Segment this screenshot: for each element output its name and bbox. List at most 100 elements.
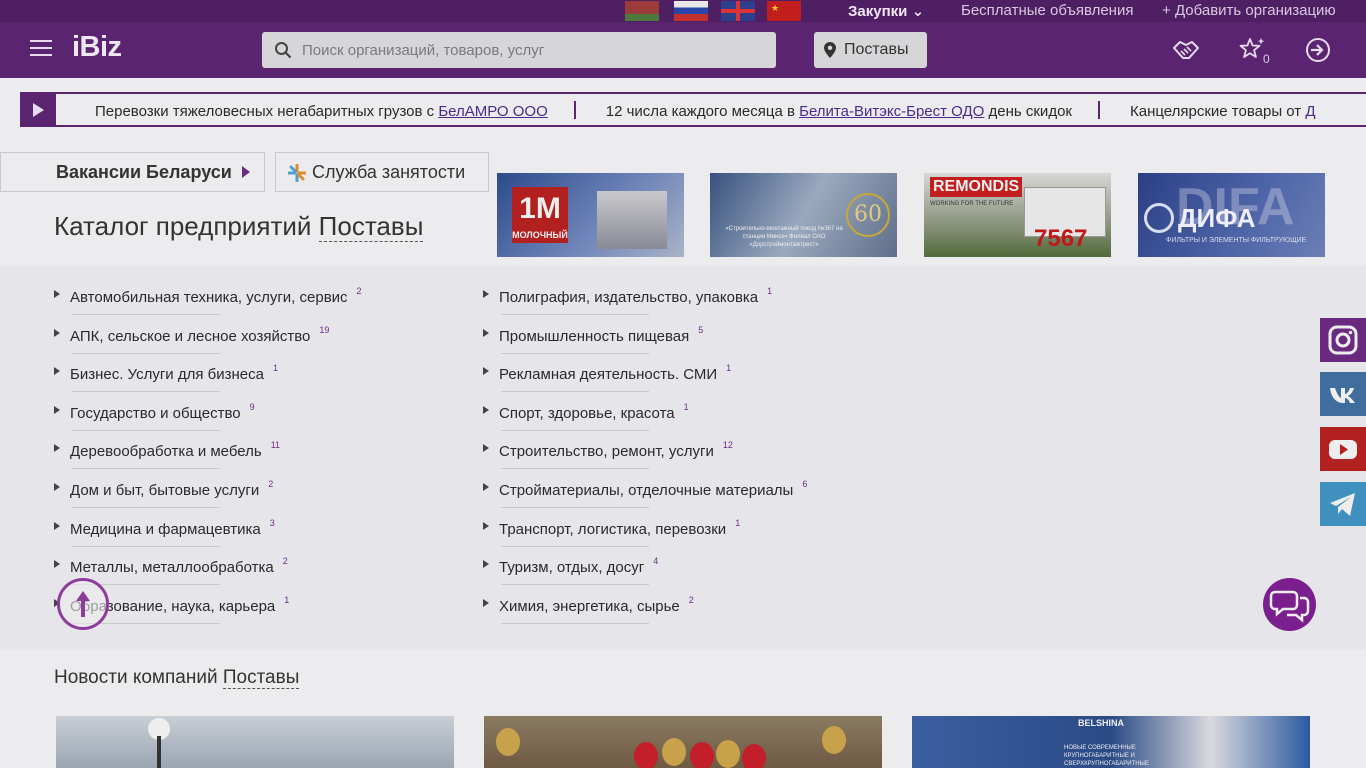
category-item[interactable]: Деревообработка и мебель 11 [54, 440, 280, 470]
bullet-icon [483, 560, 489, 569]
handshake-icon[interactable] [1171, 36, 1201, 64]
bullet-icon [54, 483, 60, 491]
category-count: 2 [356, 286, 362, 296]
employment-logo-icon [288, 164, 306, 182]
balloon-shape [690, 742, 714, 768]
category-item[interactable]: Строительство, ремонт, услуги 12 [483, 440, 733, 470]
free-ads-link[interactable]: Бесплатные объявления [961, 2, 1133, 19]
telegram-icon [1330, 493, 1355, 516]
category-label: Стройматериалы, отделочные материалы [499, 482, 794, 499]
vk-button[interactable] [1320, 372, 1366, 416]
add-organization-link[interactable]: + Добавить организацию [1162, 2, 1336, 19]
category-item[interactable]: Полиграфия, издательство, упаковка 1 [483, 286, 772, 315]
banner-remondis[interactable]: REMONDIS WORKING FOR THE FUTURE 7567 [924, 173, 1111, 257]
purchases-menu[interactable]: Закупки ⌄ [848, 2, 924, 20]
category-label: Химия, энергетика, сырье [499, 597, 680, 615]
category-count: 2 [268, 479, 274, 489]
category-label: Строительство, ремонт, услуги [499, 443, 714, 461]
category-count: 2 [282, 556, 288, 567]
bullet-icon [483, 444, 489, 453]
bullet-icon [54, 405, 60, 414]
category-count: 6 [802, 479, 808, 489]
category-count: 4 [653, 556, 659, 567]
banner-1m-milk[interactable]: 1M МОЛОЧНЫЙ [497, 173, 684, 257]
news-card-1-image[interactable] [56, 716, 454, 768]
category-item[interactable]: Государство и общество 9 [54, 402, 255, 431]
category-item[interactable]: Стройматериалы, отделочные материалы 6 [483, 479, 808, 508]
banner-smp-text: «Строительно-монтажный поезд №367 на ста… [725, 226, 843, 248]
ticker-item: 12 числа каждого месяца в Белита-Витэкс-… [605, 103, 1072, 120]
1m-logo: 1M МОЛОЧНЫЙ [512, 187, 568, 243]
category-item[interactable]: АПК, сельское и лесное хозяйство 19 [54, 324, 330, 354]
anniversary-badge: 60 [846, 193, 890, 237]
category-label: Металлы, металлообработка [70, 559, 274, 577]
category-label: Государство и общество [70, 404, 241, 422]
building-image [597, 191, 667, 249]
site-logo[interactable]: iBiz [72, 31, 122, 64]
ticker-separator [573, 101, 576, 119]
category-underline [501, 584, 649, 586]
news-city-link[interactable]: Поставы [222, 667, 300, 689]
category-section: Автомобильная техника, услуги, сервис 2 АП… [0, 266, 1366, 650]
ticker-company-link[interactable]: Д [1305, 103, 1315, 120]
russia-flag-icon[interactable] [674, 1, 708, 21]
category-item[interactable]: Промышленность пищевая 5 [483, 325, 703, 354]
category-label: Деревообработка и мебель [70, 443, 262, 461]
category-item[interactable]: Транспорт, логистика, перевозки 1 [483, 517, 741, 547]
category-count: 1 [284, 594, 290, 605]
telegram-button[interactable] [1320, 482, 1366, 526]
login-icon[interactable] [1303, 36, 1333, 64]
news-card-2-image[interactable] [484, 716, 882, 768]
category-item[interactable]: Спорт, здоровье, красота 1 [483, 402, 689, 431]
ticker-item: Канцелярские товары от Д [1129, 103, 1316, 120]
uk-flag-icon[interactable] [721, 1, 755, 21]
chat-icon [1269, 590, 1310, 623]
category-item[interactable]: Бизнес. Услуги для бизнеса 1 [54, 363, 278, 393]
category-item[interactable]: Химия, энергетика, сырье 2 [483, 595, 694, 624]
location-button[interactable]: Поставы [814, 32, 927, 68]
employment-service-button[interactable]: Служба занятости [275, 152, 489, 192]
play-icon[interactable] [20, 94, 56, 125]
china-flag-icon[interactable]: ★ [767, 1, 801, 21]
chat-button[interactable] [1263, 578, 1316, 631]
category-label: Полиграфия, издательство, упаковка [499, 289, 759, 306]
category-item[interactable]: Рекламная деятельность. СМИ 1 [483, 363, 731, 393]
bullet-icon [54, 328, 60, 337]
category-underline [501, 468, 649, 470]
menu-icon[interactable] [30, 40, 52, 56]
vacancies-button[interactable]: Вакансии Беларуси [0, 152, 265, 192]
news-card-3-image[interactable]: BELSHINA НОВЫЕ СОВРЕМЕННЫЕ КРУПНОГАБАРИТ… [912, 716, 1310, 768]
banner-difa[interactable]: DIFA ДИФА ФИЛЬТРЫ И ЭЛЕМЕНТЫ ФИЛЬТРУЮЩИЕ [1138, 173, 1325, 257]
youtube-button[interactable] [1320, 427, 1366, 471]
banner-smp-367[interactable]: «Строительно-монтажный поезд №367 на ста… [710, 173, 897, 257]
category-underline [501, 352, 649, 354]
youtube-icon [1329, 440, 1357, 459]
instagram-button[interactable] [1320, 318, 1366, 362]
balloon-shape [634, 742, 658, 768]
bullet-icon [483, 367, 489, 376]
bullet-icon [54, 444, 60, 453]
category-item[interactable]: Дом и быт, бытовые услуги 2 [54, 479, 274, 508]
category-item[interactable]: Автомобильная техника, услуги, сервис 2 [54, 286, 362, 315]
category-label: Спорт, здоровье, красота [499, 404, 675, 422]
remondis-phone: 7567 [1034, 225, 1088, 252]
ticker-company-link[interactable]: Белита-Витэкс-Брест ОДО [799, 103, 984, 120]
category-count: 19 [319, 324, 330, 335]
belarus-flag-icon[interactable] [625, 1, 659, 21]
category-item[interactable]: Туризм, отдых, досуг 4 [483, 556, 659, 586]
search-input[interactable] [302, 32, 762, 68]
category-label: Автомобильная техника, услуги, сервис [70, 289, 348, 306]
location-label: Поставы [844, 41, 909, 58]
scroll-up-button[interactable] [57, 578, 109, 630]
search-bar[interactable] [262, 32, 776, 68]
category-item[interactable]: Металлы, металлообработка 2 [54, 556, 288, 586]
gear-icon [1144, 203, 1174, 233]
category-label: Транспорт, логистика, перевозки [499, 520, 727, 538]
category-count: 1 [735, 517, 741, 528]
bullet-icon [483, 328, 489, 337]
ticker-company-link[interactable]: БелАМРО ООО [438, 103, 547, 120]
catalog-city-link[interactable]: Поставы [318, 211, 424, 242]
category-label: Рекламная деятельность. СМИ [499, 366, 718, 384]
category-item[interactable]: Медицина и фармацевтика 3 [54, 518, 275, 547]
plus-icon: + [1162, 2, 1171, 19]
